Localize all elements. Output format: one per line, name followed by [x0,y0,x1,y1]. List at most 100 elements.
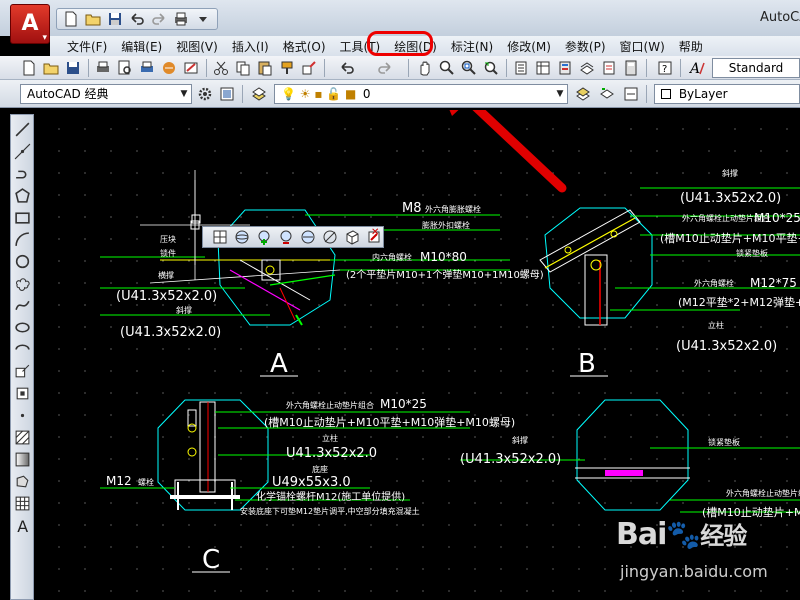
save-icon[interactable] [64,59,82,77]
multiline-text-icon[interactable]: A [14,517,31,536]
calculator-icon[interactable] [622,59,640,77]
new-icon[interactable] [20,59,38,77]
menu-modify[interactable]: 修改(M) [500,38,558,55]
workspace-settings-icon[interactable] [196,85,214,103]
close-icon[interactable]: ✕ [371,228,381,238]
open-folder-icon[interactable] [83,10,103,28]
redo-icon[interactable] [149,10,169,28]
view-top-icon[interactable] [211,229,230,245]
zoom-window-icon[interactable] [460,59,478,77]
table-icon[interactable] [14,495,31,512]
baidu-jingyan-watermark: Bai🐾经验 jingyan.baidu.com [610,510,800,600]
menu-format[interactable]: 格式(O) [276,38,333,55]
region-icon[interactable] [14,473,31,490]
zoom-previous-icon[interactable] [482,59,500,77]
menu-view[interactable]: 视图(V) [169,38,225,55]
workspace-switch-icon[interactable] [218,85,236,103]
markup-icon[interactable] [600,59,618,77]
a-pipe2: (U41.3x52x2.0) [120,325,221,340]
revision-cloud-icon[interactable] [14,275,31,292]
3d-box-icon[interactable] [342,229,361,245]
undo-icon[interactable] [332,59,362,77]
zoom-realtime-icon[interactable] [438,59,456,77]
window-title: AutoCAD [760,10,800,25]
text-style-value: Standard [728,61,784,75]
line-icon[interactable] [14,121,31,138]
menu-tools[interactable]: 工具(T) [333,38,388,55]
hide-icon[interactable] [320,229,339,245]
ellipse-arc-icon[interactable] [14,341,31,358]
match-properties-icon[interactable] [278,59,296,77]
zoom-out-icon[interactable] [277,229,296,245]
copy-icon[interactable] [234,59,252,77]
menu-window[interactable]: 窗口(W) [613,38,672,55]
ellipse-icon[interactable] [14,319,31,336]
paste-icon[interactable] [256,59,274,77]
menu-draw[interactable]: 绘图(D) [387,38,444,55]
gradient-icon[interactable] [14,451,31,468]
menu-edit[interactable]: 编辑(E) [114,38,169,55]
a-pipe1: (U41.3x52x2.0) [116,289,217,304]
undo-icon[interactable] [127,10,147,28]
point-icon[interactable] [14,407,31,424]
layer-state-icon[interactable] [622,85,640,103]
redo-icon[interactable] [370,59,400,77]
layer-select[interactable]: 💡 ☀ ▪ 🔓 ■ 0 ▼ [274,84,568,104]
workspace-select[interactable]: AutoCAD 经典 ▼ [20,84,192,104]
zoom-in-icon[interactable] [255,229,274,245]
make-layer-current-icon[interactable] [574,85,592,103]
arc-icon[interactable] [14,231,31,248]
polyline-icon[interactable] [14,165,31,182]
a-m8: M8 [402,201,422,216]
help-icon[interactable]: ? [656,59,674,77]
save-icon[interactable] [105,10,125,28]
standard-toolbar: ? A Standard [0,56,800,80]
color-select[interactable]: ByLayer [654,84,800,104]
menu-help[interactable]: 帮助 [672,38,710,55]
zoom-extents-icon[interactable] [299,229,318,245]
circle-icon[interactable] [14,253,31,270]
red-arrow-pointer [449,110,567,193]
menu-dimension[interactable]: 标注(N) [444,38,500,55]
autocad-logo-button[interactable]: A ▾ [10,4,50,44]
construction-line-icon[interactable] [14,143,31,160]
autocad-logo-letter: A [21,11,39,36]
text-style-icon[interactable]: A [688,59,706,77]
plot-icon[interactable] [94,59,112,77]
make-block-icon[interactable] [14,385,31,402]
b-m12: M12*75 [750,276,797,290]
a-m8-sub: 膨胀外扣螺栓 [422,220,470,230]
design-center-panel-icon[interactable] [534,59,552,77]
text-style-select[interactable]: Standard [712,58,800,78]
sheet-set-icon[interactable] [578,59,596,77]
insert-block-icon[interactable] [14,363,31,380]
layer-previous-icon[interactable] [598,85,616,103]
draw-toolbar: A [10,114,34,600]
menu-parametric[interactable]: 参数(P) [558,38,613,55]
pan-icon[interactable] [416,59,434,77]
orbit-icon[interactable] [233,229,252,245]
design-center-icon[interactable] [182,59,200,77]
watermark-url: jingyan.baidu.com [620,562,768,581]
block-editor-icon[interactable] [300,59,318,77]
polygon-icon[interactable] [14,187,31,204]
tool-palettes-icon[interactable] [556,59,574,77]
crosshair-cursor [140,170,250,280]
d-brace: (U41.3x52x2.0) [460,452,561,467]
menu-insert[interactable]: 插入(I) [225,38,276,55]
hatch-icon[interactable] [14,429,31,446]
print-icon[interactable] [171,10,191,28]
layer-properties-icon[interactable] [250,85,268,103]
properties-icon[interactable] [512,59,530,77]
3d-print-icon[interactable] [160,59,178,77]
publish-icon[interactable] [138,59,156,77]
open-icon[interactable] [42,59,60,77]
new-file-icon[interactable] [61,10,81,28]
quick-access-toolbar [56,8,218,30]
qat-dropdown-icon[interactable] [193,10,213,28]
rectangle-icon[interactable] [14,209,31,226]
menu-file[interactable]: 文件(F) [60,38,114,55]
spline-icon[interactable] [14,297,31,314]
plot-preview-icon[interactable] [116,59,134,77]
cut-icon[interactable] [212,59,230,77]
